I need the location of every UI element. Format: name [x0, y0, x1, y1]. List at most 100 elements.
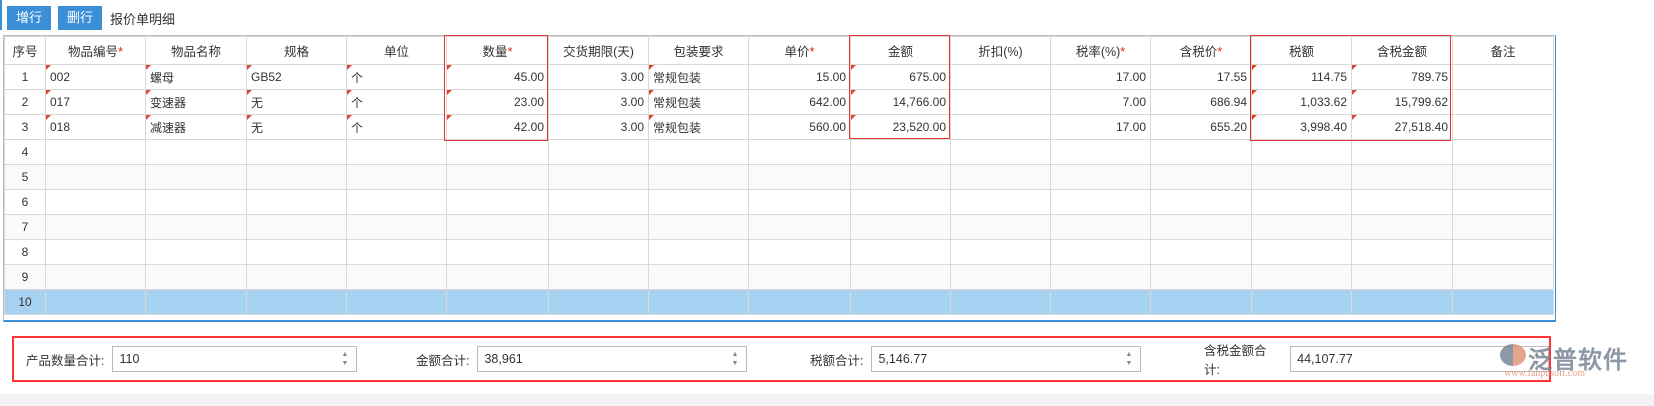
column-header[interactable]: 规格 — [246, 36, 347, 65]
table-cell[interactable] — [246, 264, 347, 290]
table-cell[interactable] — [950, 139, 1051, 165]
table-cell[interactable] — [548, 139, 649, 165]
table-cell[interactable] — [145, 214, 247, 240]
column-header[interactable]: 交货期限(天) — [548, 36, 649, 65]
table-cell[interactable] — [748, 264, 851, 290]
table-cell[interactable]: 3,998.40 — [1251, 114, 1352, 140]
column-header[interactable]: 数量* — [446, 36, 549, 65]
table-cell[interactable] — [1452, 214, 1554, 240]
table-cell[interactable] — [446, 189, 549, 215]
table-cell[interactable]: 560.00 — [748, 114, 851, 140]
table-cell[interactable] — [748, 289, 851, 315]
table-cell[interactable]: 114.75 — [1251, 64, 1352, 90]
table-cell[interactable] — [1150, 189, 1252, 215]
table-cell[interactable] — [246, 164, 347, 190]
column-header[interactable]: 税额 — [1251, 36, 1352, 65]
table-cell[interactable]: 17.00 — [1050, 64, 1151, 90]
table-row[interactable]: 9 — [4, 264, 1554, 290]
column-header[interactable]: 含税价* — [1150, 36, 1252, 65]
table-cell[interactable] — [648, 264, 749, 290]
table-cell[interactable]: 017 — [45, 89, 146, 115]
table-cell[interactable] — [1251, 164, 1352, 190]
table-cell[interactable] — [1452, 264, 1554, 290]
table-cell[interactable] — [548, 164, 649, 190]
table-cell[interactable] — [1050, 264, 1151, 290]
table-cell[interactable] — [1452, 239, 1554, 265]
table-cell[interactable] — [1050, 289, 1151, 315]
table-cell[interactable] — [45, 164, 146, 190]
table-cell[interactable] — [346, 214, 447, 240]
table-cell[interactable] — [145, 189, 247, 215]
table-cell[interactable] — [346, 189, 447, 215]
table-cell[interactable]: 个 — [346, 89, 447, 115]
table-cell[interactable] — [446, 139, 549, 165]
table-cell[interactable]: 686.94 — [1150, 89, 1252, 115]
spinner-arrows-icon[interactable]: ▲ ▼ — [1126, 350, 1141, 368]
table-row[interactable]: 1 002 螺母 GB52 个 45.00 3.00 常规包装 15.00 675.00 17.00… — [4, 64, 1554, 90]
table-cell[interactable]: 3.00 — [548, 64, 649, 90]
table-cell[interactable]: 42.00 — [446, 114, 549, 140]
table-cell[interactable] — [850, 164, 951, 190]
table-cell[interactable] — [850, 289, 951, 315]
delete-row-button[interactable]: 删行 — [58, 6, 103, 30]
table-cell[interactable]: 无 — [246, 114, 347, 140]
table-cell[interactable] — [548, 289, 649, 315]
table-cell[interactable] — [748, 214, 851, 240]
column-header[interactable]: 折扣(%) — [950, 36, 1051, 65]
table-cell[interactable] — [1351, 189, 1453, 215]
table-cell[interactable]: 7.00 — [1050, 89, 1151, 115]
table-cell[interactable] — [748, 189, 851, 215]
table-cell[interactable] — [950, 264, 1051, 290]
table-cell[interactable] — [145, 164, 247, 190]
table-cell[interactable]: 23.00 — [446, 89, 549, 115]
table-cell[interactable] — [850, 189, 951, 215]
table-row[interactable]: 10 — [4, 289, 1554, 315]
table-cell[interactable]: 45.00 — [446, 64, 549, 90]
table-cell[interactable] — [246, 214, 347, 240]
table-cell[interactable] — [346, 264, 447, 290]
table-cell[interactable] — [1050, 214, 1151, 240]
table-cell[interactable]: 3.00 — [548, 114, 649, 140]
table-cell[interactable] — [145, 289, 247, 315]
table-cell[interactable]: 675.00 — [850, 64, 951, 90]
table-cell[interactable]: GB52 — [246, 64, 347, 90]
table-cell[interactable] — [446, 289, 549, 315]
table-cell[interactable]: 17.55 — [1150, 64, 1252, 90]
table-cell[interactable] — [648, 214, 749, 240]
column-header[interactable]: 税率(%)* — [1050, 36, 1151, 65]
table-cell[interactable] — [1351, 214, 1453, 240]
table-row[interactable]: 5 — [4, 164, 1554, 190]
table-cell[interactable] — [648, 164, 749, 190]
table-cell[interactable] — [1452, 189, 1554, 215]
table-cell[interactable] — [346, 239, 447, 265]
column-header[interactable]: 金额 — [850, 36, 951, 65]
table-cell[interactable] — [45, 289, 146, 315]
table-cell[interactable] — [548, 239, 649, 265]
column-header[interactable]: 单价* — [748, 36, 851, 65]
table-cell[interactable] — [748, 239, 851, 265]
table-cell[interactable]: 642.00 — [748, 89, 851, 115]
table-cell[interactable] — [1150, 239, 1252, 265]
table-cell[interactable] — [1452, 139, 1554, 165]
table-cell[interactable] — [246, 189, 347, 215]
column-header[interactable]: 备注 — [1452, 36, 1554, 65]
table-row[interactable]: 8 — [4, 239, 1554, 265]
table-cell[interactable] — [45, 139, 146, 165]
column-header[interactable]: 物品名称 — [145, 36, 247, 65]
table-cell[interactable] — [145, 264, 247, 290]
table-cell[interactable] — [1251, 189, 1352, 215]
table-cell[interactable] — [1150, 264, 1252, 290]
table-cell[interactable]: 002 — [45, 64, 146, 90]
column-header[interactable]: 含税金额 — [1351, 36, 1453, 65]
table-cell[interactable]: 23,520.00 — [850, 114, 951, 140]
table-cell[interactable] — [648, 289, 749, 315]
table-cell[interactable] — [950, 239, 1051, 265]
table-cell[interactable]: 15.00 — [748, 64, 851, 90]
table-cell[interactable] — [1351, 239, 1453, 265]
table-cell[interactable] — [145, 239, 247, 265]
table-cell[interactable] — [346, 164, 447, 190]
table-cell[interactable] — [1150, 164, 1252, 190]
table-row[interactable]: 2 017 变速器 无 个 23.00 3.00 常规包装 642.00 14,766.00 7.0… — [4, 89, 1554, 115]
table-cell[interactable] — [1050, 164, 1151, 190]
table-cell[interactable]: 个 — [346, 114, 447, 140]
